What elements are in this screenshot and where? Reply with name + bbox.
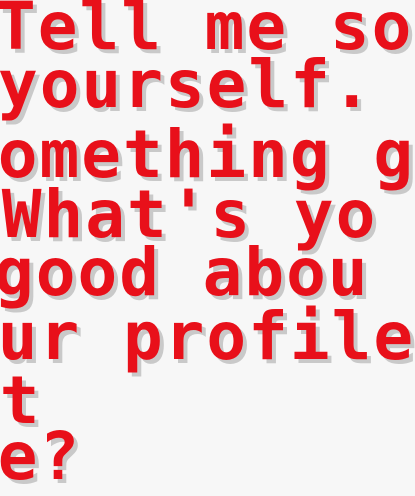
dialogue-line-8: me? xyxy=(0,418,82,495)
dialogue-line-2: yourself. xyxy=(0,46,374,123)
dialogue-line-5: good abou xyxy=(0,234,370,311)
dialogue-screen: Tell me so yourself. something g What's … xyxy=(0,0,415,496)
dialogue-line-6: our profile xyxy=(0,298,415,375)
